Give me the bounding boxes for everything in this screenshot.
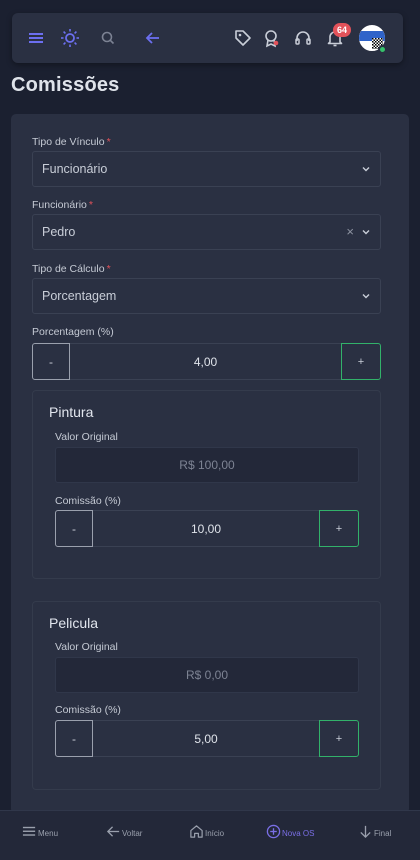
nav-nova-os[interactable]: Nova OS <box>266 824 315 839</box>
decrement-button[interactable]: - <box>55 720 93 757</box>
comissao-input[interactable]: 5,00 <box>93 720 319 757</box>
tipo-vinculo-select[interactable]: Funcionário <box>32 151 381 187</box>
funcionario-label: Funcionário * <box>32 199 93 211</box>
award-icon[interactable] <box>260 27 282 49</box>
comissao-label: Comissão (%) <box>55 704 121 716</box>
service-card-pelicula: Pelicula Valor Original R$ 0,00 Comissão… <box>32 601 381 790</box>
funcionario-label-text: Funcionário <box>32 199 87 211</box>
decrement-button[interactable]: - <box>55 510 93 547</box>
service-card-pintura: Pintura Valor Original R$ 100,00 Comissã… <box>32 390 381 579</box>
comissao-input[interactable]: 10,00 <box>93 510 319 547</box>
online-status-dot <box>378 45 387 54</box>
comissao-label: Comissão (%) <box>55 495 121 507</box>
arrow-down-icon <box>360 825 371 839</box>
valor-original-field: R$ 0,00 <box>55 657 359 693</box>
tag-icon[interactable] <box>232 27 254 49</box>
tipo-calculo-label-text: Tipo de Cálculo <box>32 263 105 275</box>
headset-icon[interactable] <box>292 27 314 49</box>
decrement-button[interactable]: - <box>32 343 70 380</box>
nav-inicio[interactable]: Início <box>189 825 225 839</box>
menu-icon[interactable] <box>25 27 47 49</box>
service-name: Pintura <box>49 404 94 420</box>
arrow-left-icon <box>106 826 120 837</box>
porcentagem-stepper: - 4,00 + <box>32 343 381 380</box>
increment-button[interactable]: + <box>319 720 359 757</box>
tipo-calculo-value: Porcentagem <box>42 289 117 303</box>
increment-button[interactable]: + <box>319 510 359 547</box>
tipo-calculo-select[interactable]: Porcentagem <box>32 278 381 314</box>
valor-original-label: Valor Original <box>55 641 118 653</box>
comissao-stepper: - 10,00 + <box>55 510 359 547</box>
nav-label: Menu <box>38 829 59 838</box>
funcionario-select[interactable]: Pedro × <box>32 214 381 250</box>
nav-label: Voltar <box>122 829 143 838</box>
menu-icon <box>22 826 36 836</box>
arrow-left-icon[interactable] <box>142 27 164 49</box>
porcentagem-input[interactable]: 4,00 <box>70 343 341 380</box>
nav-label: Início <box>205 829 225 838</box>
tipo-vinculo-label-text: Tipo de Vínculo <box>32 136 105 148</box>
plus-circle-icon <box>266 824 281 839</box>
top-bar <box>12 13 403 63</box>
service-name: Pelicula <box>49 615 99 631</box>
home-icon <box>190 825 203 838</box>
valor-original-field: R$ 100,00 <box>55 447 359 483</box>
bottom-nav: Menu Voltar Início Nova OS Final <box>0 810 420 860</box>
nav-label: Final <box>374 829 392 838</box>
required-asterisk: * <box>88 199 93 211</box>
page-title: Comissões <box>11 74 120 96</box>
chevron-down-icon <box>362 230 370 235</box>
notification-badge: 64 <box>333 23 352 37</box>
tipo-vinculo-value: Funcionário <box>42 162 108 176</box>
porcentagem-label: Porcentagem (%) <box>32 326 114 338</box>
tipo-vinculo-label: Tipo de Vínculo * <box>32 136 111 148</box>
nav-label: Nova OS <box>282 829 315 838</box>
required-asterisk: * <box>106 136 111 148</box>
chevron-down-icon <box>362 167 370 172</box>
funcionario-value: Pedro <box>42 225 76 239</box>
nav-menu[interactable]: Menu <box>22 826 59 839</box>
tipo-calculo-label: Tipo de Cálculo * <box>32 263 111 275</box>
increment-button[interactable]: + <box>341 343 381 380</box>
nav-voltar[interactable]: Voltar <box>106 826 143 839</box>
valor-original-label: Valor Original <box>55 431 118 443</box>
clear-icon[interactable]: × <box>346 224 354 239</box>
search-icon[interactable] <box>97 27 119 49</box>
required-asterisk: * <box>106 263 111 275</box>
nav-final[interactable]: Final <box>358 825 392 839</box>
sun-icon[interactable] <box>59 27 81 49</box>
chevron-down-icon <box>362 294 370 299</box>
comissao-stepper: - 5,00 + <box>55 720 359 757</box>
